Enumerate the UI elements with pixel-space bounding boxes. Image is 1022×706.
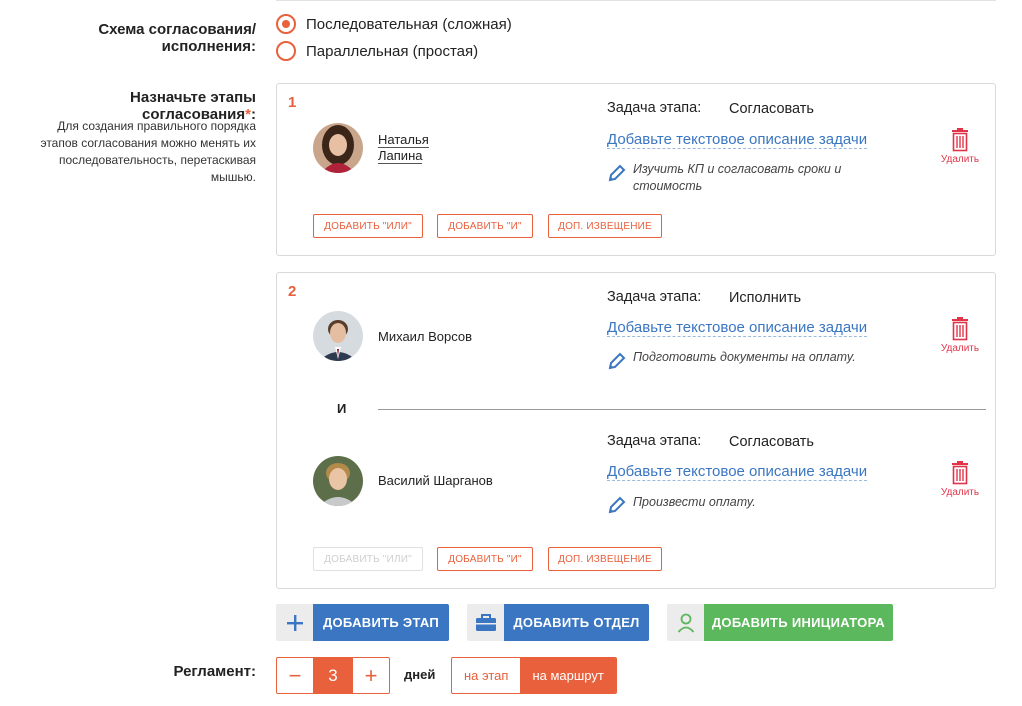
add-stage-button[interactable]: ДОБАВИТЬ ЭТАП (276, 604, 449, 641)
task-value[interactable]: Согласовать (729, 101, 814, 117)
delete-button[interactable]: Удалить (927, 461, 993, 498)
trash-icon (952, 128, 968, 152)
person-name-natalya[interactable]: Наталья Лапина (378, 132, 429, 164)
add-or-button-disabled: ДОБАВИТЬ "ИЛИ" (313, 547, 423, 571)
regulation-label: Регламент: (173, 663, 256, 680)
trash-icon (952, 461, 968, 485)
stages-help: Для создания правильного порядка этапов … (40, 119, 256, 184)
task-value[interactable]: Согласовать (729, 434, 814, 450)
avatar-vasily (313, 456, 363, 506)
add-and-button[interactable]: ДОБАВИТЬ "И" (437, 547, 533, 571)
add-or-button[interactable]: ДОБАВИТЬ "ИЛИ" (313, 214, 423, 238)
person-last-name: Лапина (378, 148, 423, 164)
scope-per-stage[interactable]: на этап (452, 658, 520, 693)
person-name-mikhail: Михаил Ворсов (378, 329, 473, 344)
stage-card-1[interactable]: 1 Наталья Лапина Задача этапа: Согласова… (276, 83, 996, 256)
add-initiator-button[interactable]: ДОБАВИТЬ ИНИЦИАТОРА (667, 604, 893, 641)
avatar-mikhail (313, 311, 363, 361)
delete-label: Удалить (940, 154, 980, 165)
plus-button[interactable]: + (353, 658, 389, 693)
regulation-scope-toggle[interactable]: на этап на маршрут (451, 657, 617, 694)
scheme-label: Схема согласования/исполнения: (98, 21, 256, 55)
delete-button[interactable]: Удалить (927, 317, 993, 354)
stage-number: 2 (288, 283, 297, 300)
task-value[interactable]: Исполнить (729, 290, 801, 306)
task-label: Задача этапа: (607, 100, 702, 116)
extra-notify-button[interactable]: ДОП. ИЗВЕЩЕНИЕ (548, 214, 662, 238)
trash-icon (952, 317, 968, 341)
add-and-button[interactable]: ДОБАВИТЬ "И" (437, 214, 533, 238)
task-note: Произвести оплату. (633, 495, 756, 509)
task-description-link[interactable]: Добавьте текстовое описание задачи (607, 131, 868, 149)
radio-sequential[interactable]: Последовательная (сложная) (276, 14, 512, 34)
scope-per-route[interactable]: на маршрут (520, 658, 616, 693)
briefcase-icon (467, 604, 504, 641)
task-note: Изучить КП и согласовать сроки и стоимос… (633, 162, 842, 193)
radio-label: Последовательная (сложная) (306, 15, 512, 33)
assignee-divider (378, 409, 986, 410)
add-stage-label: ДОБАВИТЬ ЭТАП (313, 604, 449, 641)
task-description-link[interactable]: Добавьте текстовое описание задачи (607, 463, 868, 481)
radio-button-checked[interactable] (276, 14, 296, 34)
radio-button[interactable] (276, 41, 296, 61)
stage-card-2[interactable]: 2 Михаил Ворсов Задача этапа: Исполнить … (276, 272, 996, 589)
radio-label: Параллельная (простая) (306, 42, 479, 60)
regulation-unit: дней (404, 667, 436, 682)
delete-label: Удалить (940, 487, 980, 498)
add-department-button[interactable]: ДОБАВИТЬ ОТДЕЛ (467, 604, 649, 641)
radio-parallel[interactable]: Параллельная (простая) (276, 41, 478, 61)
add-initiator-label: ДОБАВИТЬ ИНИЦИАТОРА (704, 604, 893, 641)
delete-label: Удалить (940, 343, 980, 354)
plus-icon (276, 604, 313, 641)
regulation-value[interactable]: 3 (313, 658, 353, 693)
task-description-link[interactable]: Добавьте текстовое описание задачи (607, 319, 868, 337)
minus-button[interactable]: − (277, 658, 313, 693)
pencil-icon[interactable] (607, 351, 627, 371)
avatar-natalya (313, 123, 363, 173)
task-label: Задача этапа: (607, 289, 702, 305)
task-label: Задача этапа: (607, 433, 702, 449)
and-joiner-label: И (337, 401, 347, 416)
person-first-name: Наталья (378, 132, 429, 148)
task-note: Подготовить документы на оплату. (633, 350, 856, 364)
stage-number: 1 (288, 94, 297, 111)
top-divider (276, 0, 996, 2)
regulation-stepper[interactable]: − 3 + (276, 657, 390, 694)
extra-notify-button[interactable]: ДОП. ИЗВЕЩЕНИЕ (548, 547, 662, 571)
person-icon (667, 604, 704, 641)
add-department-label: ДОБАВИТЬ ОТДЕЛ (504, 604, 649, 641)
person-name-vasily: Василий Шарганов (378, 473, 493, 488)
delete-button[interactable]: Удалить (927, 128, 993, 165)
pencil-icon[interactable] (607, 495, 627, 515)
pencil-icon[interactable] (607, 163, 627, 183)
